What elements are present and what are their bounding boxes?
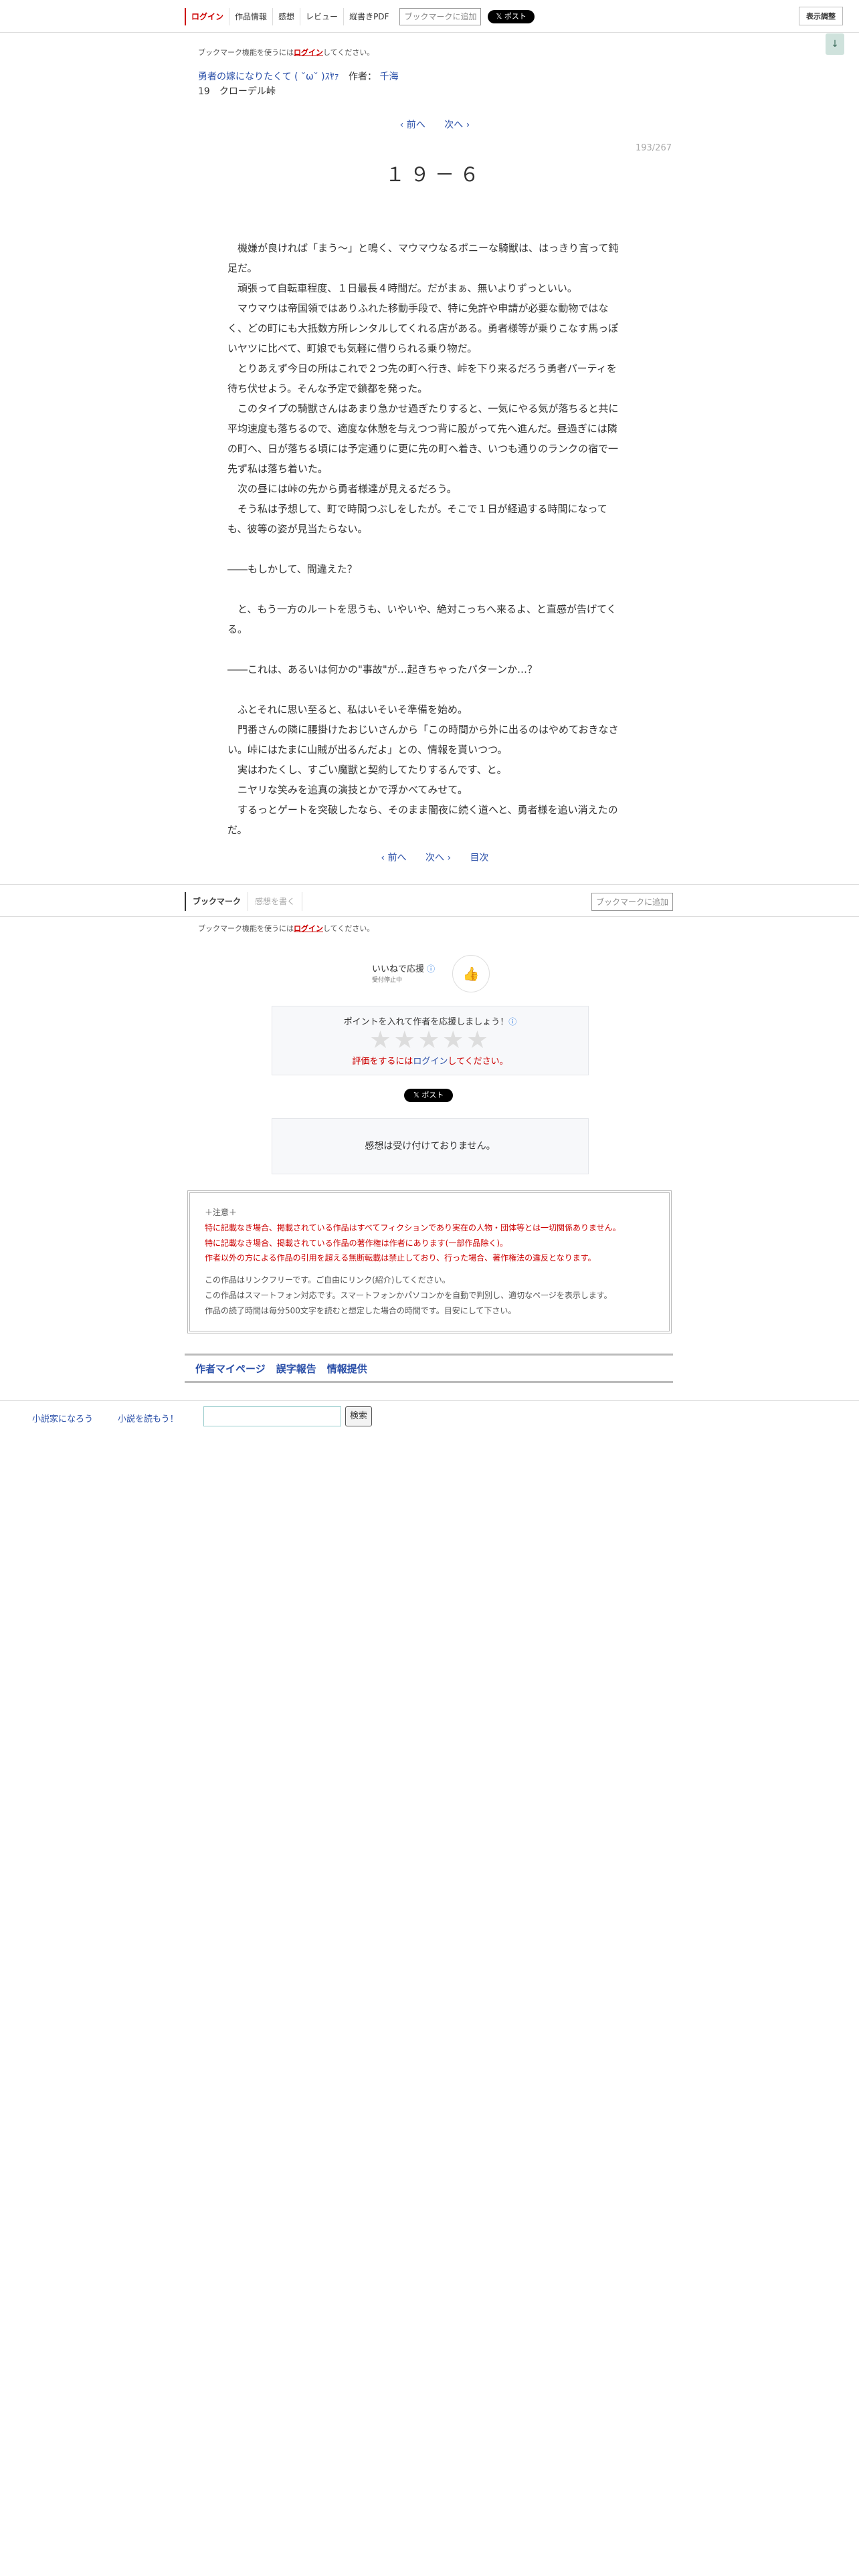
author-label: 作者： xyxy=(349,72,377,82)
page-number: 193/267 xyxy=(635,143,672,153)
next-link-bottom[interactable]: 次へ › xyxy=(425,853,451,863)
x-post-button-bottom[interactable]: 𝕏 ポスト xyxy=(404,1089,454,1102)
caution-line: 特に記載なき場合、掲載されている作品の著作権は作者にあります(一部作品除く)。 xyxy=(205,1238,508,1248)
info-line: この作品はスマートフォン対応です。スマートフォンかパソコンかを自動で判別し、適切… xyxy=(205,1290,612,1300)
star-rating[interactable]: ★★★★★ xyxy=(272,1027,588,1054)
review-tab[interactable]: レビュー xyxy=(300,8,343,25)
typo-report-link[interactable]: 誤字報告 xyxy=(276,1362,316,1376)
author-link[interactable]: 千海 xyxy=(379,72,398,82)
scroll-down-icon[interactable]: ↓ xyxy=(826,33,844,55)
body-paragraph: ニヤリな笑みを追真の演技とかで浮かべてみせて。 xyxy=(227,784,468,796)
bookmark-bar: ブックマーク 感想を書く ブックマークに追加 xyxy=(185,891,673,912)
write-impression-tab[interactable]: 感想を書く xyxy=(248,892,303,911)
login-link-bottom[interactable]: ログイン xyxy=(294,924,323,933)
body-paragraph: ふとそれに思い至ると、私はいそいそ準備を始め。 xyxy=(227,704,468,716)
divider xyxy=(0,916,859,917)
pager-top: ‹ 前へ 次へ › xyxy=(198,118,672,131)
body-paragraph: と、もう一方のルートを思うも、いやいや、絶対こっちへ来るよ、と直感が告げてくる。 xyxy=(227,603,617,635)
body-paragraph: とりあえず今日の所はこれで２つ先の町へ行き、峠を下り来るだろう勇者パーティを待ち… xyxy=(227,362,617,395)
rating-heading: ポイントを入れて作者を応援しましょう！ xyxy=(343,1017,509,1027)
info-provide-link[interactable]: 情報提供 xyxy=(327,1362,367,1376)
body-paragraph: このタイプの騎獣さんはあまり急かせ過ぎたりすると、一気にやる気が落ちると共に平均… xyxy=(227,403,619,475)
next-link-top[interactable]: 次へ › xyxy=(444,120,470,130)
like-status: 受付停止中 xyxy=(372,977,403,984)
thumbs-up-icon: 👍 xyxy=(462,966,480,982)
body-paragraph: 実はわたくし、すごい魔獣と契約してたりするんです、と。 xyxy=(227,764,507,776)
info-line: この作品はリンクフリーです。ご自由にリンク(紹介)してください。 xyxy=(205,1275,450,1285)
bookmark-add-button-bottom[interactable]: ブックマークに追加 xyxy=(591,892,673,911)
caution-heading: ＋注意＋ xyxy=(205,1208,237,1217)
caution-box: ＋注意＋ 特に記載なき場合、掲載されている作品はすべてフィクションであり実在の人… xyxy=(187,1190,672,1333)
like-button[interactable]: 👍 xyxy=(452,955,490,992)
prev-link-bottom[interactable]: ‹ 前へ xyxy=(381,853,406,863)
display-adjust-button[interactable]: 表示調整 xyxy=(799,7,843,25)
bookmark-tab[interactable]: ブックマーク xyxy=(185,892,248,911)
divider xyxy=(0,884,859,885)
impressions-closed: 感想は受け付けておりません。 xyxy=(272,1118,589,1174)
body-paragraph xyxy=(227,639,626,659)
top-header: ログイン 作品情報 感想 レビュー 縦書きPDF ブックマークに追加 𝕏 ポスト… xyxy=(0,0,859,33)
info-line: 作品の読了時間は毎分500文字を読むと想定した場合の時間です。目安にして下さい。 xyxy=(205,1305,516,1315)
body-paragraph: ――これは、あるいは何かの"事故"が…起きちゃったパターンか…？ xyxy=(227,663,538,675)
impressions-tab[interactable]: 感想 xyxy=(272,8,300,25)
episode-title: １９－６ xyxy=(385,163,484,186)
pager-bottom: ‹ 前へ 次へ › 目次 xyxy=(198,851,672,864)
search-button[interactable]: 検索 xyxy=(345,1406,372,1426)
vertical-pdf-tab[interactable]: 縦書きPDF xyxy=(343,8,394,25)
author-mypage-link[interactable]: 作者マイページ xyxy=(195,1362,266,1376)
series-title-link[interactable]: 勇者の嫁になりたくて ( ˘ω˘ )ｽﾔｧ xyxy=(198,72,339,82)
footer-nav: 作者マイページ 誤字報告 情報提供 xyxy=(185,1354,673,1383)
login-tab[interactable]: ログイン xyxy=(185,8,229,25)
caution-line: 作者以外の方による作品の引用を超える無断転載は禁止しており、行った場合、著作権法… xyxy=(205,1253,596,1263)
chapter-title: 19 クローデル峠 xyxy=(198,86,276,97)
body-paragraph xyxy=(227,679,626,700)
prev-link-top[interactable]: ‹ 前へ xyxy=(400,120,425,130)
body-paragraph: 機嫌が良ければ「まう〜」と鳴く、マウマウなるポニーな騎獣は、はっきり言って鈍足だ… xyxy=(227,242,619,274)
rating-login-link[interactable]: ログイン xyxy=(413,1057,448,1067)
body-paragraph: するっとゲートを突破したなら、そのまま闇夜に続く道へと、勇者様を追い消えたのだ。 xyxy=(227,804,618,836)
toc-link[interactable]: 目次 xyxy=(470,853,489,863)
series-info: 勇者の嫁になりたくて ( ˘ω˘ )ｽﾔｧ 作者： 千海 xyxy=(198,70,672,83)
body-paragraph xyxy=(227,579,626,599)
work-info-tab[interactable]: 作品情報 xyxy=(229,8,272,25)
body-paragraph: 頑張って自転車程度、１日最長４時間だ。だがまぁ、無いよりずっといい。 xyxy=(227,282,577,294)
body-paragraph: そう私は予想して、町で時間つぶしをしたが。そこで１日が経過する時間になっても、彼… xyxy=(227,503,607,535)
help-icon[interactable]: ⓘ xyxy=(427,964,435,974)
login-notice-top: ブックマーク機能を使うにはログインしてください。 xyxy=(198,48,375,57)
like-label: いいねで応援 xyxy=(372,964,425,974)
body-paragraph: 次の昼には峠の先から勇者様達が見えるだろう。 xyxy=(227,483,457,495)
site-footer: 小説家になろう 小説を読もう！ 検索 xyxy=(0,1400,859,1433)
x-post-button[interactable]: 𝕏 ポスト xyxy=(488,10,535,23)
login-notice-bottom: ブックマーク機能を使うにはログインしてください。 xyxy=(198,924,375,933)
rating-box: ポイントを入れて作者を応援しましょう！ⓘ ★★★★★ 評価をするにはログインして… xyxy=(272,1006,589,1075)
caution-line: 特に記載なき場合、掲載されている作品はすべてフィクションであり実在の人物・団体等… xyxy=(205,1222,621,1232)
body-paragraph: ――もしかして、間違えた？ xyxy=(227,563,357,575)
yomou-link[interactable]: 小説を読もう！ xyxy=(118,1412,179,1424)
body-paragraph: 門番さんの隣に腰掛けたおじいさんから「この時間から外に出るのはやめておきなさい。… xyxy=(227,724,619,756)
search-input[interactable] xyxy=(203,1406,341,1426)
body-paragraph: マウマウは帝国領ではありふれた移動手段で、特に免許や申請が必要な動物ではなく、ど… xyxy=(227,302,619,354)
novel-body: 機嫌が良ければ「まう〜」と鳴く、マウマウなるポニーな騎獣は、はっきり言って鈍足だ… xyxy=(227,238,626,840)
header-tabs: ログイン 作品情報 感想 レビュー 縦書きPDF ブックマークに追加 𝕏 ポスト xyxy=(185,8,535,25)
syosetu-home-link[interactable]: 小説家になろう xyxy=(32,1412,93,1424)
login-link-top[interactable]: ログイン xyxy=(294,48,323,57)
body-paragraph xyxy=(227,539,626,559)
bookmark-add-button[interactable]: ブックマークに追加 xyxy=(399,8,482,25)
like-widget: いいねで応援 ⓘ 受付停止中 👍 xyxy=(372,955,490,994)
help-icon[interactable]: ⓘ xyxy=(508,1017,516,1027)
